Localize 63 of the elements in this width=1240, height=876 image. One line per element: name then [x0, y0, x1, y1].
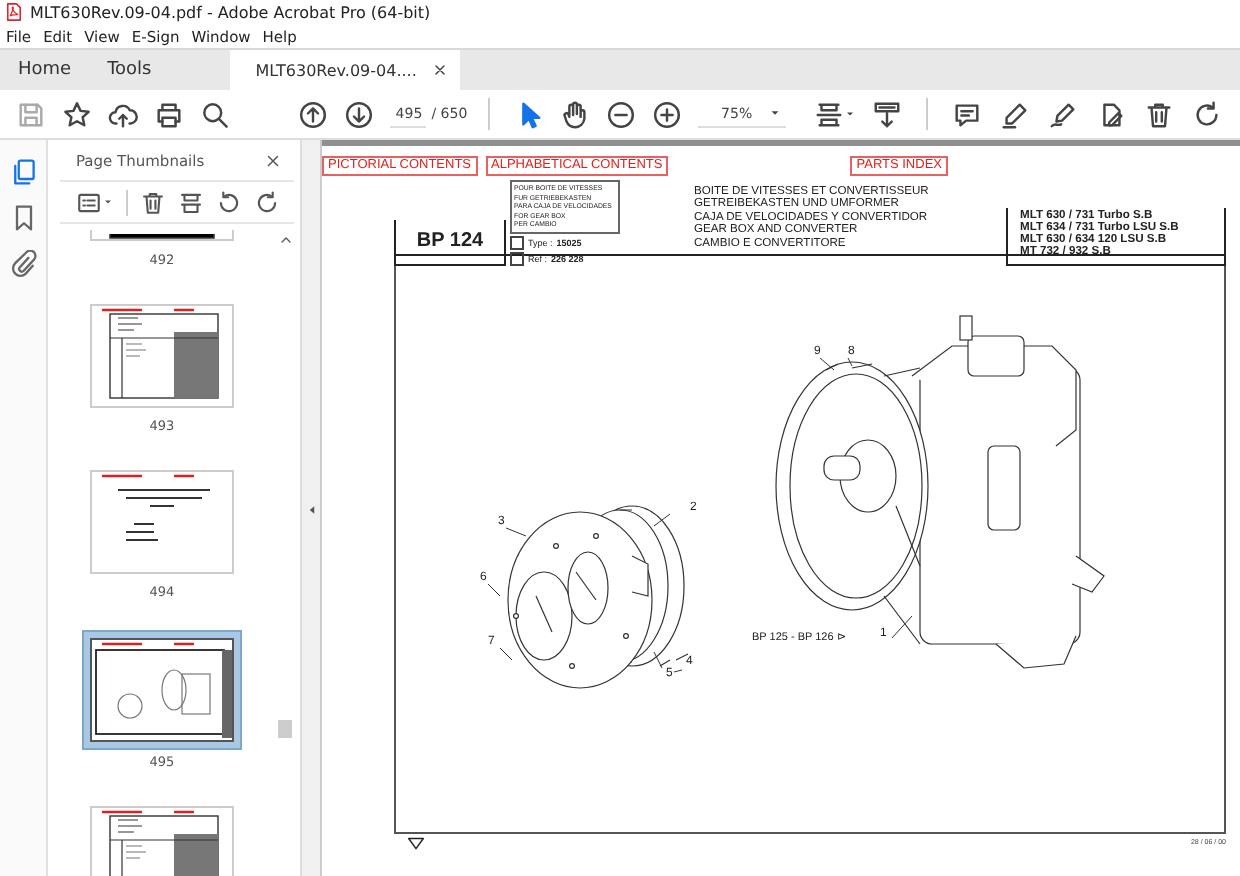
delete-page-icon — [140, 189, 166, 215]
window-title: MLT630Rev.09-04.pdf - Adobe Acrobat Pro (64-bit) — [30, 3, 431, 21]
leader-line — [653, 651, 663, 669]
next-page-button[interactable] — [344, 96, 375, 132]
caret-icon — [102, 196, 114, 208]
leader-line — [847, 357, 853, 367]
leader-line — [673, 669, 683, 673]
down-triangle-icon[interactable] — [402, 834, 430, 852]
minus-icon — [605, 99, 636, 129]
pages-panel-button[interactable] — [9, 158, 37, 186]
list-icon — [76, 189, 102, 215]
leader-line — [819, 357, 835, 371]
close-icon[interactable] — [264, 151, 282, 169]
tab[interactable]: Tools — [89, 50, 170, 90]
save-icon — [16, 99, 46, 129]
upload-icon — [108, 99, 138, 129]
close-icon[interactable] — [432, 62, 449, 78]
scroll-icon — [872, 99, 903, 129]
scrollbar-thumb[interactable] — [278, 720, 292, 738]
bookmark-star-icon — [62, 99, 92, 129]
caret-icon — [768, 106, 783, 120]
extract-page-icon — [178, 189, 204, 215]
delete-page-button[interactable] — [140, 189, 166, 215]
rotate-right-icon — [254, 189, 280, 215]
leader-line — [499, 647, 513, 661]
search-icon — [200, 99, 230, 129]
highlighter-icon — [999, 99, 1030, 129]
print-icon — [154, 99, 184, 129]
hand-tool[interactable] — [559, 96, 590, 132]
pages-icon — [9, 158, 37, 186]
caret-icon — [844, 108, 857, 120]
sign-icon — [1047, 99, 1078, 129]
bookmark-star-button[interactable] — [62, 96, 92, 132]
leader-line — [653, 513, 671, 527]
attachments-icon — [9, 250, 37, 278]
scroll-up-icon[interactable] — [277, 232, 293, 248]
page-thumbnail[interactable] — [84, 298, 240, 414]
attachments-panel-button[interactable] — [9, 250, 37, 278]
pdf-file-icon — [4, 2, 24, 22]
hand-icon — [559, 99, 590, 129]
fit-page-icon — [814, 99, 845, 129]
leader-line — [891, 615, 913, 639]
rotate-left-button[interactable] — [216, 189, 242, 215]
section-code: BP 124 — [394, 219, 506, 266]
leader-line — [505, 527, 527, 537]
delete-icon — [1143, 99, 1174, 129]
rotate-button[interactable] — [1191, 96, 1222, 132]
rotate-right-button[interactable] — [254, 189, 280, 215]
zoom-in-button[interactable] — [651, 96, 682, 132]
plus-icon — [651, 99, 682, 129]
page-thumbnail[interactable] — [84, 464, 240, 580]
tab[interactable]: MLT630Rev.09-04.... — [229, 50, 461, 90]
rotate-icon — [1191, 99, 1222, 129]
rotate-left-icon — [216, 189, 242, 215]
leader-line — [487, 583, 501, 597]
thumbnail-options-button[interactable] — [76, 189, 114, 215]
tab[interactable]: Home — [0, 50, 90, 90]
extract-page-button[interactable] — [178, 189, 204, 215]
page-thumbnail[interactable] — [82, 630, 242, 750]
previous-page-button[interactable] — [298, 96, 329, 132]
zoom-out-button[interactable] — [605, 96, 636, 132]
comment-icon — [951, 99, 982, 129]
collapse-arrow-icon[interactable] — [305, 501, 317, 517]
